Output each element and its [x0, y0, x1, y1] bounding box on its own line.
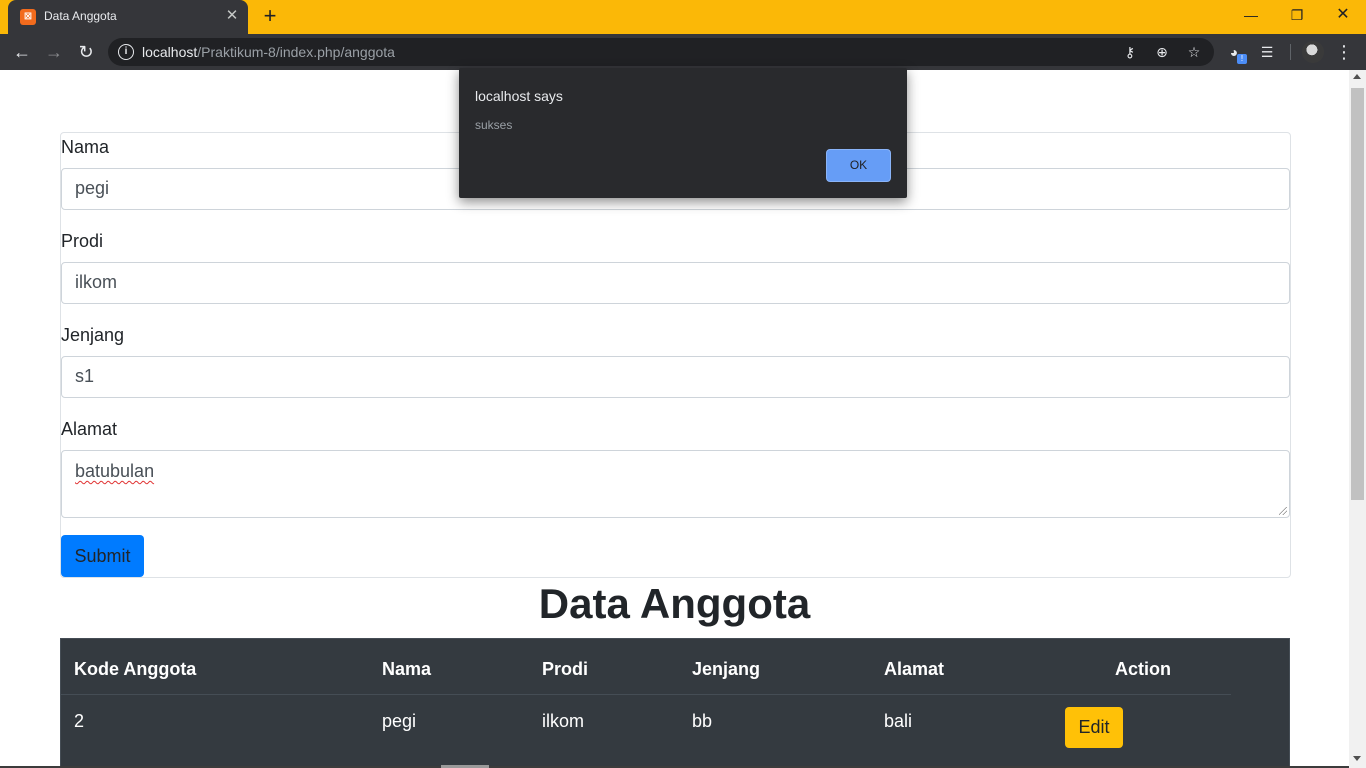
reload-icon[interactable]: ↻: [74, 40, 98, 64]
star-icon[interactable]: ☆: [1184, 42, 1204, 62]
browser-tab[interactable]: ⊠ Data Anggota ✕: [8, 0, 248, 34]
tab-title: Data Anggota: [44, 9, 117, 23]
extension-badge-icon: !: [1237, 54, 1247, 64]
url-host: localhost: [142, 44, 198, 60]
tab-close-icon[interactable]: ✕: [222, 6, 242, 26]
section-heading: Data Anggota: [538, 580, 811, 627]
forward-arrow-icon[interactable]: →: [42, 40, 66, 64]
url-path: /Praktikum-8/index.php/anggota: [197, 44, 395, 60]
column-header-action: Action: [1115, 659, 1171, 679]
anggota-form: Nama pegi Prodi ilkom Jenjang s1 Alamat …: [60, 132, 1291, 578]
vertical-scrollbar[interactable]: [1349, 70, 1366, 768]
alamat-label: Alamat: [61, 419, 118, 439]
xampp-favicon-icon: ⊠: [20, 9, 36, 25]
reading-list-icon[interactable]: ☰: [1257, 42, 1277, 62]
dialog-title: localhost says: [475, 88, 563, 104]
cell-alamat: bali: [884, 711, 913, 731]
column-header-nama: Nama: [382, 659, 432, 679]
restore-icon[interactable]: ❐: [1274, 0, 1320, 30]
address-bar[interactable]: i localhost/Praktikum-8/index.php/anggot…: [108, 38, 1214, 66]
column-header-alamat: Alamat: [884, 659, 945, 679]
window-close-icon[interactable]: ✕: [1320, 0, 1366, 30]
scroll-up-arrow-icon[interactable]: [1353, 74, 1361, 79]
cell-kode: 2: [74, 711, 85, 731]
column-header-kode: Kode Anggota: [74, 659, 197, 679]
edit-button[interactable]: Edit: [1065, 707, 1123, 748]
info-icon[interactable]: i: [118, 44, 134, 60]
profile-avatar[interactable]: [1302, 41, 1324, 63]
prodi-label: Prodi: [61, 231, 104, 251]
row-divider: [61, 694, 1231, 695]
url-text[interactable]: localhost/Praktikum-8/index.php/anggota: [142, 44, 395, 60]
new-tab-icon[interactable]: +: [258, 5, 282, 29]
browser-toolbar: ← → ↻ i localhost/Praktikum-8/index.php/…: [0, 34, 1366, 70]
nama-label: Nama: [61, 137, 110, 157]
cell-nama: pegi: [382, 711, 417, 731]
scroll-down-arrow-icon[interactable]: [1353, 756, 1361, 761]
column-header-prodi: Prodi: [542, 659, 589, 679]
cell-jenjang: bb: [692, 711, 713, 731]
kebab-menu-icon[interactable]: ⋮: [1334, 40, 1354, 64]
dialog-ok-button[interactable]: OK: [826, 149, 891, 182]
anggota-table: Kode Anggota Nama Prodi Jenjang Alamat A…: [60, 638, 1290, 768]
dialog-message: sukses: [475, 118, 513, 132]
jenjang-input[interactable]: s1: [61, 356, 1290, 398]
prodi-input[interactable]: ilkom: [61, 262, 1290, 304]
browser-title-bar: ⊠ Data Anggota ✕ + — ❐ ✕: [0, 0, 1366, 34]
toolbar-divider: [1290, 44, 1291, 60]
alert-dialog: localhost says sukses OK: [459, 68, 907, 198]
key-icon[interactable]: ⚷: [1120, 42, 1140, 62]
jenjang-label: Jenjang: [61, 325, 125, 345]
back-arrow-icon[interactable]: ←: [10, 40, 34, 64]
alamat-value: batubulan: [75, 461, 155, 481]
zoom-icon[interactable]: ⊕: [1152, 42, 1172, 62]
minimize-icon[interactable]: —: [1228, 0, 1274, 30]
column-header-jenjang: Jenjang: [692, 659, 761, 679]
alamat-textarea[interactable]: batubulan: [61, 450, 1290, 518]
submit-button[interactable]: Submit: [61, 535, 144, 577]
resize-grip-icon[interactable]: [1279, 507, 1287, 515]
cell-prodi: ilkom: [542, 711, 585, 731]
scroll-thumb[interactable]: [1351, 88, 1364, 500]
